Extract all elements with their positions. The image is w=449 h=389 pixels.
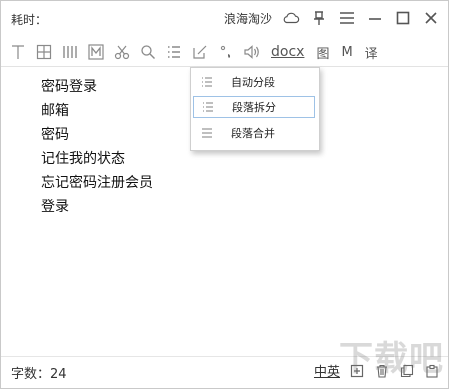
scissors-icon[interactable] — [113, 43, 131, 61]
search-icon[interactable] — [139, 43, 157, 61]
menu-item-label: 段落合并 — [231, 127, 275, 140]
close-icon[interactable] — [422, 9, 440, 27]
document-text[interactable]: 密码登录 邮箱 密码 记住我的状态 忘记密码注册会员 登录 — [41, 75, 153, 219]
title-controls: 浪海淘沙 — [224, 9, 440, 27]
speaker-icon[interactable] — [243, 43, 261, 61]
app-window: 耗时： 浪海淘沙 docx 图 M 译 密码登录 邮箱 密码 记住我的状态 忘记… — [0, 0, 449, 389]
paragraph-dropdown-menu: 自动分段 段落拆分 段落合并 — [190, 67, 320, 151]
menu-item-label: 自动分段 — [231, 76, 275, 89]
list-icon — [201, 128, 215, 138]
pin-icon[interactable] — [310, 9, 328, 27]
paragraph-list-icon[interactable] — [165, 43, 183, 61]
maximize-icon[interactable] — [394, 9, 412, 27]
list-icon — [201, 77, 215, 87]
elapsed-time-label: 耗时： — [11, 13, 48, 27]
m-button[interactable]: M — [339, 43, 354, 61]
status-divider — [1, 356, 448, 357]
new-doc-icon[interactable] — [349, 363, 365, 379]
docx-export-button[interactable]: docx — [269, 43, 306, 61]
text-line: 记住我的状态 — [41, 151, 125, 167]
menu-item-label: 段落拆分 — [232, 101, 276, 114]
trash-icon[interactable] — [374, 363, 390, 379]
list-icon — [202, 102, 216, 112]
username[interactable]: 浪海淘沙 — [224, 10, 272, 27]
text-line: 密码 — [41, 127, 69, 143]
menu-item-merge-paragraph[interactable]: 段落合并 — [193, 122, 315, 144]
edit-icon[interactable] — [191, 43, 209, 61]
text-line: 密码登录 — [41, 79, 97, 95]
markdown-icon[interactable] — [87, 43, 105, 61]
char-count: 字数：24 — [11, 367, 67, 382]
minimize-icon[interactable] — [366, 9, 384, 27]
toolbar: docx 图 M 译 — [9, 41, 380, 63]
language-toggle[interactable]: 中英 — [314, 361, 340, 380]
table-icon[interactable] — [35, 43, 53, 61]
text-line: 邮箱 — [41, 103, 69, 119]
title-bar: 耗时： 浪海淘沙 — [1, 1, 448, 37]
cloud-icon[interactable] — [282, 9, 300, 27]
image-button[interactable]: 图 — [314, 43, 331, 62]
status-controls: 中英 — [314, 361, 440, 380]
copy-icon[interactable] — [399, 363, 415, 379]
menu-icon[interactable] — [338, 9, 356, 27]
menu-item-split-paragraph[interactable]: 段落拆分 — [193, 96, 315, 118]
punctuation-icon[interactable] — [217, 43, 235, 61]
text-tool-icon[interactable] — [9, 43, 27, 61]
columns-icon[interactable] — [61, 43, 79, 61]
text-line: 登录 — [41, 199, 69, 215]
menu-item-auto-paragraph[interactable]: 自动分段 — [193, 71, 315, 93]
translate-button[interactable]: 译 — [363, 43, 380, 62]
paste-icon[interactable] — [424, 363, 440, 379]
text-line: 忘记密码注册会员 — [41, 175, 153, 191]
